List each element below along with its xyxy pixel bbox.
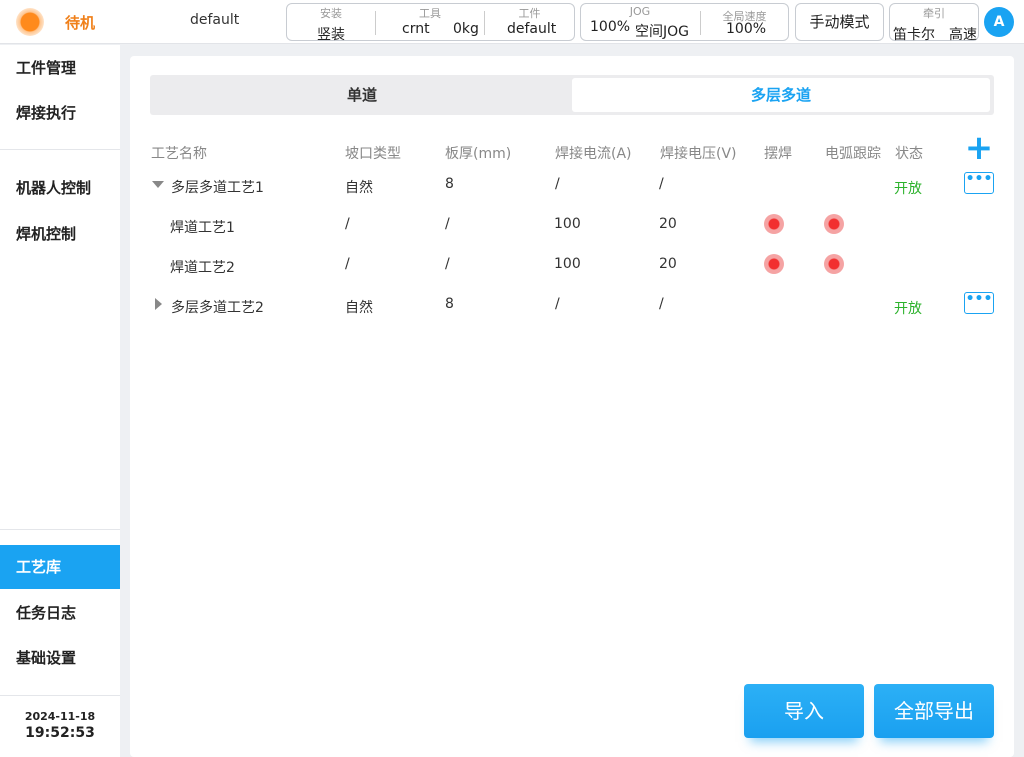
traction-coord: 笛卡尔: [893, 27, 935, 43]
sidebar-item-robot-control[interactable]: 机器人控制: [0, 166, 120, 210]
sidebar-item-basic-settings[interactable]: 基础设置: [0, 636, 120, 680]
process-name: 多层多道工艺1: [171, 180, 264, 196]
sidebar-item-process-library[interactable]: 工艺库: [0, 545, 120, 589]
sidebar-item-workpiece-management[interactable]: 工件管理: [0, 46, 120, 90]
traction-speed: 高速: [949, 27, 977, 43]
sidebar-divider: [0, 149, 120, 150]
sidebar-divider: [0, 695, 120, 696]
jog-speed-panel[interactable]: JOG 100% 空间JOG 全局速度 100%: [580, 3, 789, 41]
install-tool-workpiece-panel[interactable]: 安装 竖装 工具 crnt 0kg 工件 default: [286, 3, 575, 43]
sidebar-item-task-log[interactable]: 任务日志: [0, 591, 120, 635]
current: /: [555, 176, 560, 192]
tab-multi-layer-multi-pass[interactable]: 多层多道: [572, 78, 990, 112]
traction-caption: 牵引: [923, 7, 945, 20]
voltage: /: [659, 176, 664, 192]
current: 100: [554, 256, 581, 272]
thickness: /: [445, 256, 450, 272]
tool-name: crnt: [402, 21, 430, 37]
current: /: [555, 296, 560, 312]
voltage: /: [659, 296, 664, 312]
column-header-voltage: 焊接电压(V): [660, 146, 737, 162]
column-header-process-name: 工艺名称: [151, 146, 207, 162]
jog-caption: JOG: [629, 5, 651, 18]
process-name: 焊道工艺2: [170, 260, 235, 276]
import-button[interactable]: 导入: [744, 684, 864, 738]
process-name: 焊道工艺1: [170, 220, 235, 236]
tool-weight: 0kg: [453, 21, 479, 37]
date-display: 2024-11-18: [24, 710, 96, 723]
voltage: 20: [659, 256, 677, 272]
robot-status-indicator-icon: [16, 8, 44, 36]
workpiece-value: default: [507, 21, 557, 37]
expand-caret-icon[interactable]: [155, 298, 162, 310]
column-header-status: 状态: [895, 146, 923, 162]
voltage: 20: [659, 216, 677, 232]
column-header-arc-tracking: 电弧跟踪: [825, 146, 881, 162]
install-caption: 安装: [320, 7, 342, 20]
groove-type: /: [345, 256, 350, 272]
groove-type: /: [345, 216, 350, 232]
current: 100: [554, 216, 581, 232]
workpiece-caption: 工件: [518, 7, 541, 20]
process-name: 多层多道工艺2: [171, 300, 264, 316]
time-display: 19:52:53: [25, 725, 95, 741]
sidebar-item-welder-control[interactable]: 焊机控制: [0, 212, 120, 256]
traction-panel[interactable]: 牵引 笛卡尔 高速: [889, 3, 979, 43]
column-header-current: 焊接电流(A): [555, 146, 632, 162]
tab-single-pass[interactable]: 单道: [153, 78, 571, 112]
groove-type: 自然: [345, 180, 373, 196]
more-options-button[interactable]: •••: [964, 172, 994, 194]
sidebar: 工件管理 焊接执行 机器人控制 焊机控制 工艺库 任务日志 基础设置 2024-…: [0, 45, 120, 757]
thickness: 8: [445, 176, 454, 192]
sidebar-item-welding-execution[interactable]: 焊接执行: [0, 91, 120, 135]
robot-status-text: 待机: [65, 14, 96, 32]
manual-mode-button[interactable]: 手动模式: [795, 3, 884, 41]
more-options-button[interactable]: •••: [964, 292, 994, 314]
status-badge: 开放: [894, 181, 922, 197]
process-type-tabs: 单道 多层多道: [150, 75, 994, 115]
install-value: 竖装: [317, 27, 345, 43]
collapse-caret-icon[interactable]: [152, 181, 164, 188]
tool-caption: 工具: [419, 7, 441, 20]
thickness: /: [445, 216, 450, 232]
column-header-weaving: 摆焊: [764, 146, 792, 162]
column-header-groove-type: 坡口类型: [345, 146, 401, 162]
arc-tracking-indicator-icon: [824, 214, 844, 234]
thickness: 8: [445, 296, 454, 312]
jog-percent: 100%: [590, 19, 631, 35]
process-library-panel: 单道 多层多道 工艺名称 坡口类型 板厚(mm) 焊接电流(A) 焊接电压(V)…: [130, 56, 1014, 757]
sidebar-divider: [0, 529, 120, 530]
top-bar: 待机 default 安装 竖装 工具 crnt 0kg 工件 default …: [0, 0, 1024, 44]
jog-mode: 空间JOG: [635, 24, 689, 40]
weaving-indicator-icon: [764, 214, 784, 234]
arc-tracking-indicator-icon: [824, 254, 844, 274]
weaving-indicator-icon: [764, 254, 784, 274]
column-header-thickness: 板厚(mm): [445, 146, 512, 162]
groove-type: 自然: [345, 300, 373, 316]
status-badge: 开放: [894, 301, 922, 317]
export-all-button[interactable]: 全部导出: [874, 684, 994, 738]
global-speed-value: 100%: [726, 21, 767, 37]
add-process-button[interactable]: +: [964, 131, 994, 165]
user-avatar[interactable]: A: [984, 7, 1014, 37]
program-name[interactable]: default: [190, 12, 239, 28]
